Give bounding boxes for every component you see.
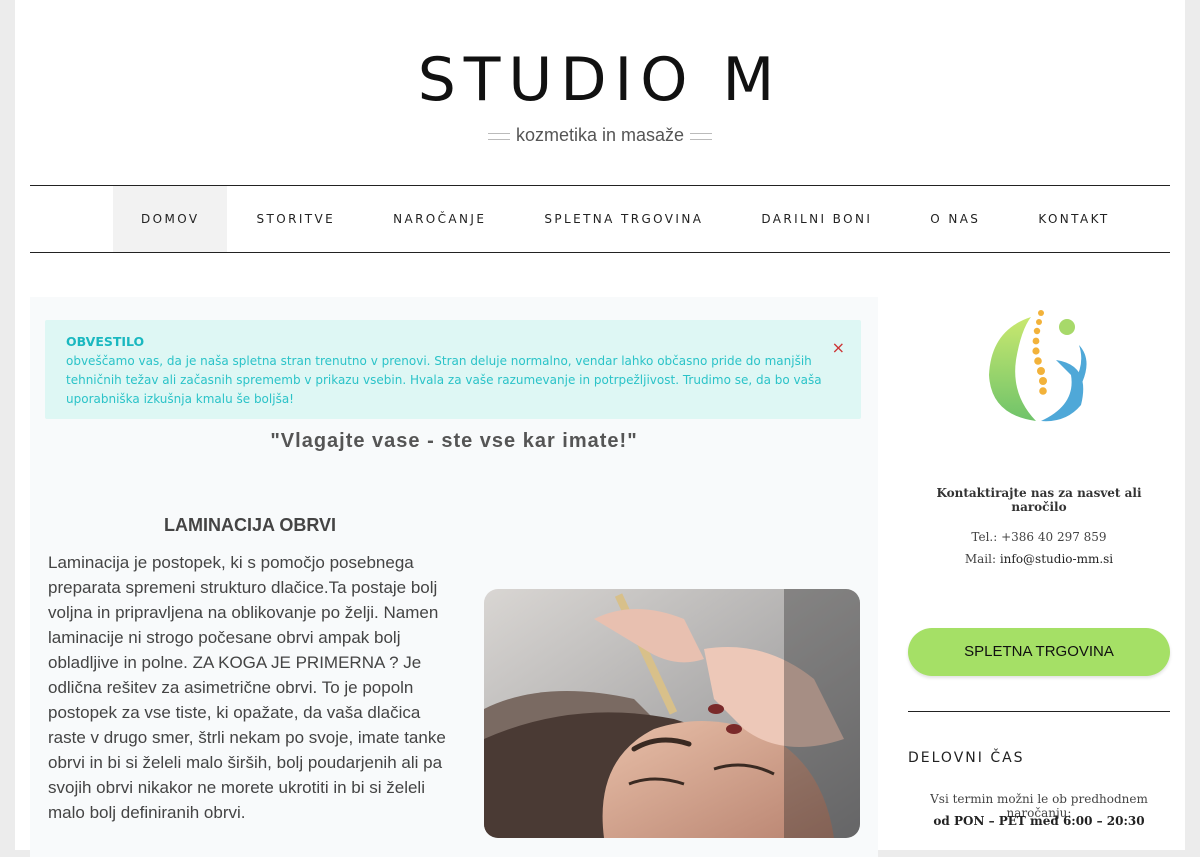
tagline-ornament-right: [690, 132, 713, 140]
site-tagline: kozmetika in masaže: [15, 124, 1185, 146]
sidebar: Kontaktirajte nas za nasvet ali naročilo…: [908, 297, 1170, 857]
working-hours-value: od PON – PET med 6:00 – 20:30: [933, 814, 1145, 828]
contact-phone: Tel.: +386 40 297 859: [971, 530, 1107, 544]
section-title: LAMINACIJA OBRVI: [163, 515, 336, 535]
section-text: Laminacija je postopek, ki s pomočjo pos…: [48, 553, 446, 822]
online-shop-button[interactable]: SPLETNA TRGOVINA: [908, 628, 1170, 676]
mail-label: Mail:: [964, 552, 1000, 566]
nav-item-spletna-trgovina[interactable]: SPLETNA TRGOVINA: [515, 186, 732, 252]
brow-lamination-photo: [484, 589, 860, 838]
nav-item-kontakt[interactable]: KONTAKT: [1009, 186, 1138, 252]
alert-text: obveščamo vas, da je naša spletna stran …: [66, 354, 822, 406]
working-hours-title: DELOVNI ČAS: [908, 750, 1025, 766]
alert-title: OBVESTILO: [66, 334, 145, 349]
main-navigation: DOMOV STORITVE NAROČANJE SPLETNA TRGOVIN…: [30, 185, 1170, 253]
tagline-text: kozmetika in masaže: [515, 125, 685, 145]
main-content: OBVESTILO obveščamo vas, da je naša sple…: [30, 297, 878, 857]
page: STUDIO M kozmetika in masaže DOMOV STORI…: [15, 0, 1185, 857]
site-title[interactable]: STUDIO M: [15, 40, 1185, 120]
contact-mail: Mail: info@studio-mm.si: [908, 552, 1170, 566]
contact-heading: Kontaktirajte nas za nasvet ali naročilo: [936, 486, 1142, 514]
studio-logo[interactable]: [981, 305, 1099, 425]
nav-item-storitve[interactable]: STORITVE: [227, 186, 364, 252]
nav-item-domov[interactable]: DOMOV: [113, 186, 228, 252]
sidebar-divider: [908, 711, 1170, 712]
notice-alert: OBVESTILO obveščamo vas, da je naša sple…: [45, 320, 861, 419]
motto-quote: "Vlagajte vase - ste vse kar imate!": [270, 430, 638, 452]
nav-item-narocanje[interactable]: NAROČANJE: [364, 186, 515, 252]
close-icon[interactable]: ×: [832, 338, 845, 357]
nav-item-o-nas[interactable]: O NAS: [901, 186, 1009, 252]
mail-link[interactable]: info@studio-mm.si: [1000, 552, 1113, 566]
nav-item-darilni-boni[interactable]: DARILNI BONI: [732, 186, 901, 252]
tagline-ornament-left: [487, 132, 510, 140]
